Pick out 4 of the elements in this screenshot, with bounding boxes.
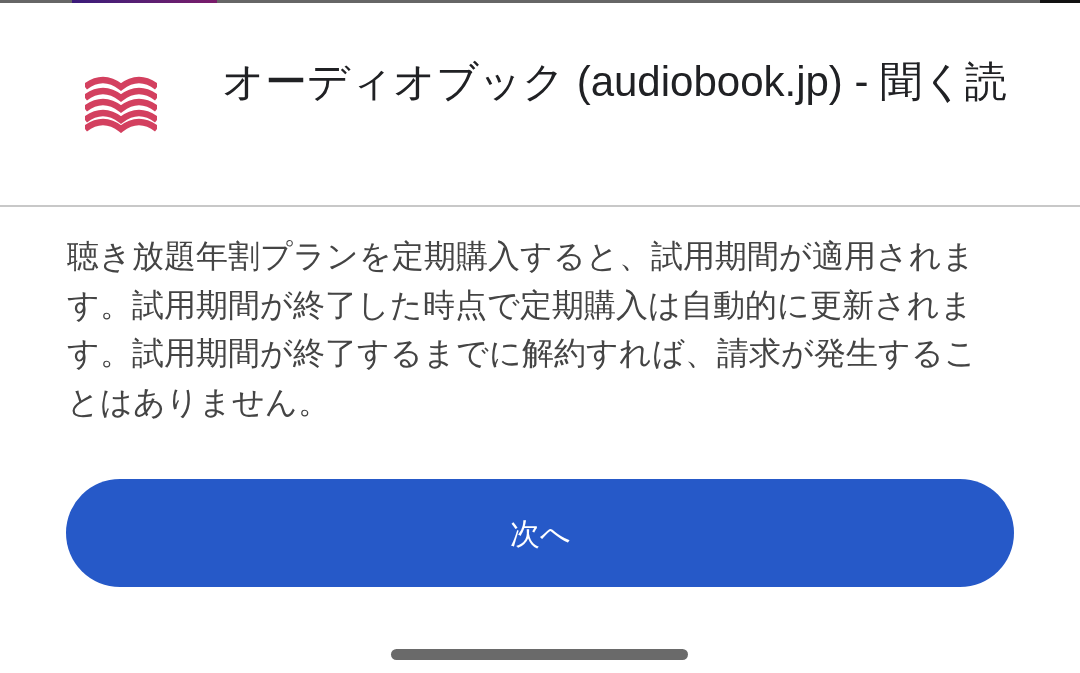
trial-notice-text: 聴き放題年割プランを定期購入すると、試用期間が適用されます。試用期間が終了した時点で定期購入は自動的に更新されます。試用期間が終了するまでに解約すれば、請求が発生することはありません。 (67, 237, 978, 422)
next-button[interactable]: 次へ (66, 479, 1014, 587)
app-title: オーディオブック (audiobook.jp) - 聞く読 (222, 57, 1008, 107)
book-logo-icon (85, 75, 157, 133)
